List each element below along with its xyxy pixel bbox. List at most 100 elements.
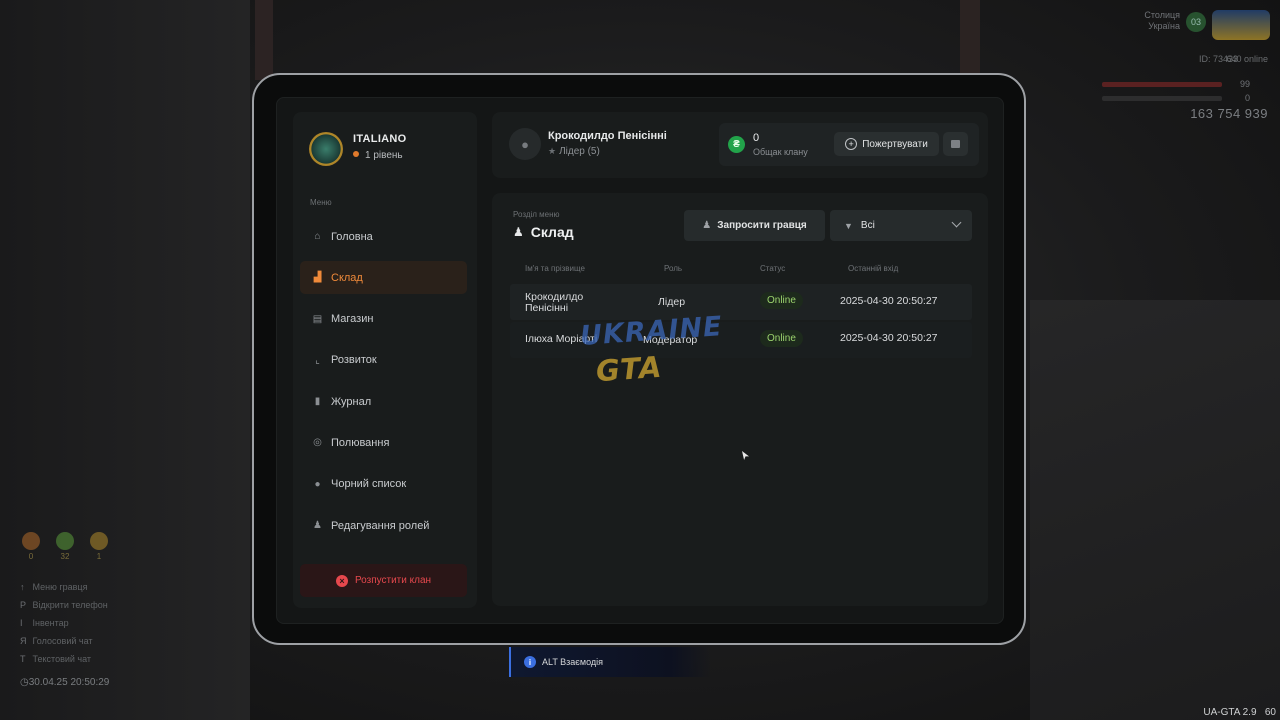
clan-fund-value: 0	[753, 132, 760, 144]
column-header: Роль	[664, 264, 683, 273]
warehouse-icon: ▟	[313, 272, 322, 284]
hotkey-row: T Текстовий чат	[20, 650, 108, 668]
dissolve-clan-label: Розпустити клан	[354, 575, 432, 586]
add-user-icon: ♟	[702, 220, 712, 231]
sidebar-item-label: Розвиток	[331, 354, 377, 367]
hotkey-key: I	[20, 618, 23, 628]
clan-level-text: 1 рівень	[365, 150, 403, 161]
column-header: Статус	[760, 264, 786, 273]
section-caption: Розділ меню	[513, 210, 560, 219]
hud-server-badge: 03	[1186, 12, 1206, 32]
menu-caption: Меню	[310, 198, 332, 207]
profile-header: ● Крокодилдо Пенісінні ★ Лідер (5) ₴ 0 Об…	[492, 112, 988, 178]
hotkey-row: ↑ Меню гравця	[20, 578, 108, 596]
user-name: Крокодилдо Пенісінні	[548, 130, 667, 142]
sidebar-item-journal[interactable]: ▮ Журнал	[300, 385, 467, 418]
hud-stats: 0 32 1	[20, 532, 110, 561]
chart-icon: ⌞	[315, 354, 320, 366]
user-role-text: Лідер (5)	[559, 146, 600, 157]
hud-stat-mood: 1	[88, 532, 110, 561]
hud-health-bar	[1102, 82, 1222, 87]
hotkey-key: P	[20, 600, 27, 610]
hotkey-label: Інвентар	[32, 618, 69, 628]
sidebar-item-label: Чорний список	[331, 478, 407, 491]
sidebar-item-hunting[interactable]: ◎ Полювання	[300, 426, 467, 459]
page-title: ♟ Склад	[513, 224, 574, 240]
box-icon	[951, 140, 960, 148]
hud-version-text: UA-GTA 2.9	[1203, 707, 1257, 718]
hud-stat-food: 0	[20, 532, 42, 561]
clan-fund-caption: Общак клану	[753, 147, 808, 157]
dissolve-clan-button[interactable]: × Розпустити клан	[300, 564, 467, 597]
target-icon: ◎	[313, 437, 322, 449]
members-icon: ♟	[513, 225, 524, 239]
sidebar-item-development[interactable]: ⌞ Розвиток	[300, 344, 467, 377]
mood-icon	[90, 532, 108, 550]
sidebar-item-home[interactable]: ⌂ Головна	[300, 220, 467, 253]
sidebar-item-label: Головна	[331, 230, 373, 243]
user-icon: ●	[521, 136, 529, 152]
hotkey-key: T	[20, 654, 26, 664]
interaction-prompt-text: ALT Взаємодія	[542, 657, 604, 667]
table-row[interactable]: Крокодилдо Пенісінні Лідер Online 2025-0…	[510, 284, 972, 320]
sidebar-item-blacklist[interactable]: ● Чорний список	[300, 468, 467, 501]
sidebar-item-label: Полювання	[331, 436, 390, 449]
background-door-frame	[255, 0, 273, 80]
sidebar-item-shop[interactable]: ▤ Магазин	[300, 303, 467, 336]
hotkey-key: Я	[20, 636, 27, 646]
status-badge: Online	[760, 292, 803, 309]
level-dot-icon	[353, 151, 359, 157]
hud-fps: 60	[1264, 707, 1276, 718]
filter-select[interactable]: ▼ Всі	[830, 210, 972, 241]
hotkey-label: Голосовий чат	[32, 636, 93, 646]
warehouse-panel: Розділ меню ♟ Склад ♟ Запросити гравця ▼…	[492, 193, 988, 606]
member-last-login: 2025-04-30 20:50:27	[840, 295, 938, 307]
user-icon: ♟	[313, 520, 322, 532]
clan-fund-panel: ₴ 0 Общак клану + Пожертвувати	[719, 123, 979, 166]
food-icon	[22, 532, 40, 550]
hud-stat-value: 1	[96, 552, 102, 561]
hryvnia-icon: ₴	[728, 136, 745, 153]
sidebar-item-roles[interactable]: ♟ Редагування ролей	[300, 509, 467, 542]
hud-datetime-text: 30.04.25 20:50:29	[28, 677, 110, 688]
invite-player-label: Запросити гравця	[717, 220, 807, 231]
filter-value: Всі	[860, 220, 875, 231]
clan-level: 1 рівень	[353, 150, 403, 161]
chevron-down-icon	[951, 217, 962, 228]
hotkey-row: I Інвентар	[20, 614, 108, 632]
donate-label: Пожертвувати	[862, 138, 928, 150]
interaction-prompt: i ALT Взаємодія	[509, 647, 711, 677]
user-avatar: ●	[509, 128, 541, 160]
clan-avatar	[309, 132, 343, 166]
hud-hotkeys: ↑ Меню гравця P Відкрити телефон I Інвен…	[20, 578, 108, 668]
table-row[interactable]: Ілюха Моріарті Модератор Online 2025-04-…	[510, 322, 972, 358]
hud-stat-value: 32	[60, 552, 70, 561]
hud-money: 163 754 939	[1190, 106, 1268, 121]
storage-button[interactable]	[943, 132, 968, 156]
block-icon: ●	[314, 478, 321, 490]
hud-stat-value: 0	[28, 552, 34, 561]
hud-version: UA-GTA 2.9 60	[1203, 707, 1276, 718]
star-icon: ★	[548, 146, 557, 156]
clock-icon: ◷	[20, 677, 29, 688]
hotkey-label: Відкрити телефон	[32, 600, 108, 610]
user-role: ★ Лідер (5)	[548, 146, 600, 157]
invite-player-button[interactable]: ♟ Запросити гравця	[684, 210, 825, 241]
hotkey-row: P Відкрити телефон	[20, 596, 108, 614]
shop-icon: ▤	[312, 313, 323, 325]
member-role: Лідер	[658, 296, 686, 308]
donate-button[interactable]: + Пожертвувати	[834, 132, 939, 156]
page-title-text: Склад	[530, 224, 574, 240]
sidebar-item-label: Склад	[331, 271, 363, 284]
sidebar-item-label: Журнал	[331, 395, 372, 408]
member-name: Ілюха Моріарті	[525, 333, 598, 345]
water-icon	[56, 532, 74, 550]
sidebar-item-label: Магазин	[331, 313, 374, 326]
game-logo	[1212, 10, 1270, 40]
hud-top-right: Столиця Україна 03 ID: 73433 640 online …	[1092, 8, 1272, 128]
sidebar-item-warehouse[interactable]: ▟ Склад	[300, 261, 467, 295]
hud-server-line2: Україна	[1148, 21, 1180, 31]
sidebar-menu: ⌂ Головна ▟ Склад ▤ Магазин ⌞ Розвиток ▮…	[300, 220, 467, 550]
hud-server-line1: Столиця	[1144, 10, 1180, 20]
hotkey-label: Текстовий чат	[32, 654, 92, 664]
